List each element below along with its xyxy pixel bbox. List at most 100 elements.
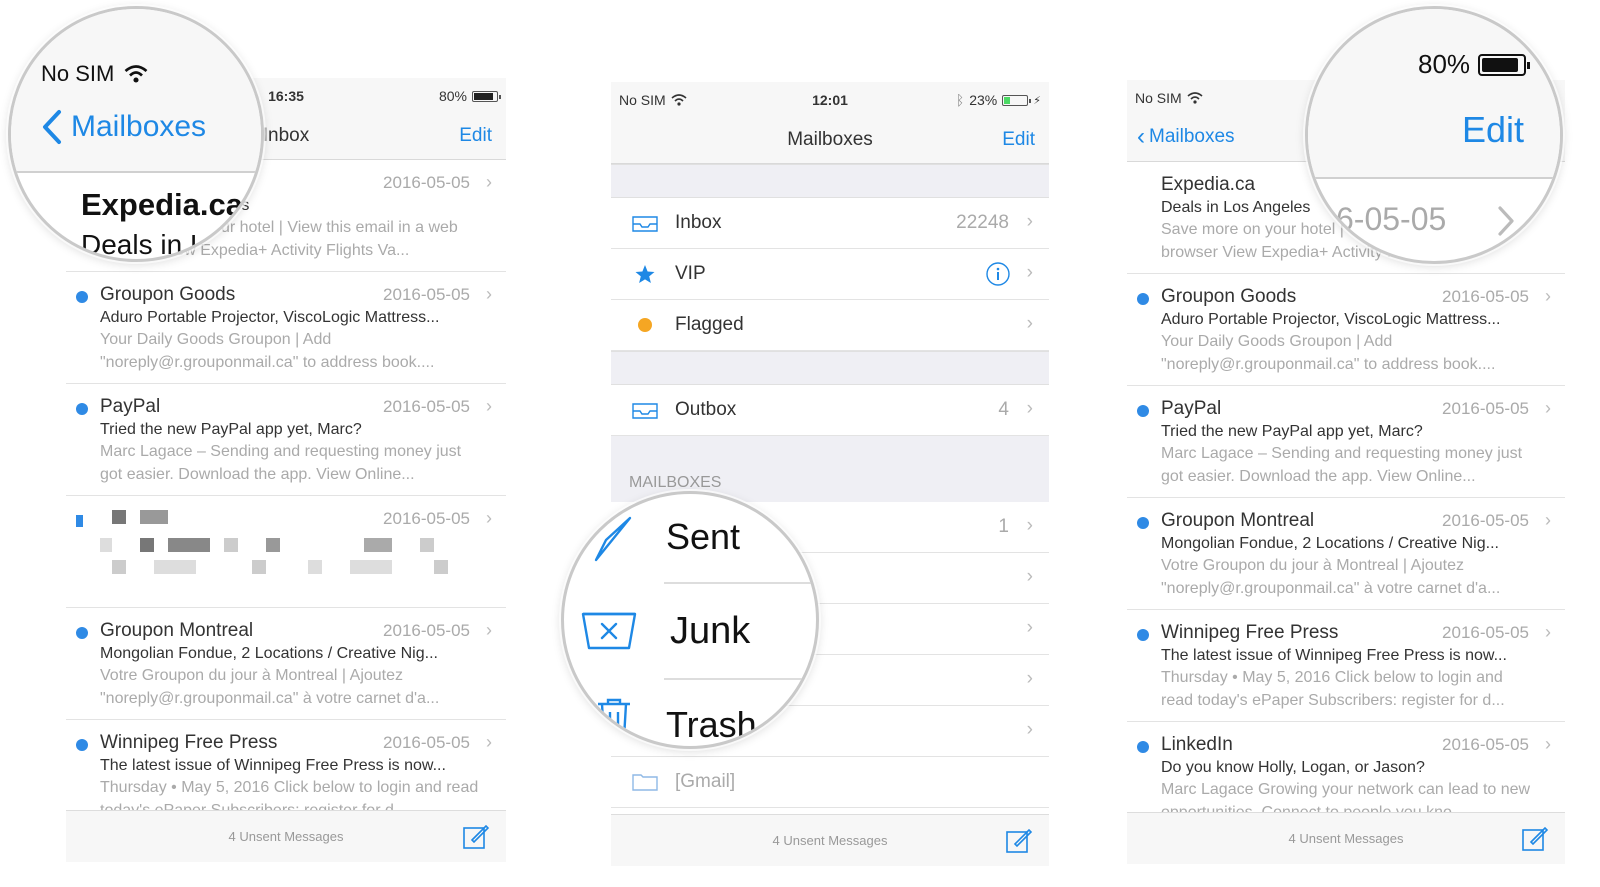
mailbox-count: 22248	[956, 212, 1009, 233]
edit-button[interactable]: Edit	[459, 125, 492, 147]
magnified-sent-label: Sent	[666, 516, 741, 557]
message-preview: Thursday • May 5, 2016 Click below to lo…	[1161, 669, 1505, 709]
junk-icon	[581, 612, 637, 650]
magnified-battery-percent: 80%	[1418, 49, 1471, 79]
chevron-right-icon: ›	[1026, 668, 1033, 689]
message-subject: Aduro Portable Projector, ViscoLogic Mat…	[1161, 311, 1501, 328]
chevron-right-icon: ›	[1026, 617, 1033, 638]
compose-icon[interactable]	[462, 822, 490, 850]
message-row-winnipeg-free-press[interactable]: Winnipeg Free Press 2016-05-05 › The lat…	[1127, 610, 1565, 722]
carrier-label: No SIM	[1135, 90, 1182, 106]
unread-dot-icon	[1137, 293, 1149, 305]
mailbox-row-outbox[interactable]: Outbox 4 ›	[611, 385, 1049, 436]
chevron-right-icon: ›	[486, 172, 492, 192]
message-row-paypal[interactable]: PayPal 2016-05-05 › Tried the new PayPal…	[66, 384, 506, 496]
chevron-right-icon: ›	[1026, 566, 1033, 587]
message-row-paypal[interactable]: PayPal 2016-05-05 › Tried the new PayPal…	[1127, 386, 1565, 498]
chevron-right-icon: ›	[1545, 734, 1551, 754]
unread-dot-icon	[76, 627, 88, 639]
sent-icon	[594, 516, 632, 562]
chevron-right-icon: ›	[486, 732, 492, 752]
chevron-right-icon: ›	[1545, 286, 1551, 306]
message-row-groupon-montreal[interactable]: Groupon Montreal 2016-05-05 › Mongolian …	[66, 608, 506, 720]
mailbox-count: 1	[998, 516, 1009, 537]
trash-icon	[598, 698, 630, 738]
mailbox-label: Flagged	[675, 314, 744, 335]
message-subject: Tried the new PayPal app yet, Marc?	[100, 421, 362, 438]
magnified-back-label: Mailboxes	[71, 110, 207, 143]
mailbox-row-flagged[interactable]: Flagged ›	[611, 300, 1049, 351]
message-preview: Your Daily Goods Groupon | Add "noreply@…	[1161, 333, 1496, 373]
unread-dot-icon	[76, 291, 88, 303]
message-subject: The latest issue of Winnipeg Free Press …	[100, 757, 446, 774]
star-icon	[635, 265, 655, 283]
compose-icon[interactable]	[1521, 824, 1549, 852]
mailbox-row-vip[interactable]: VIP ›	[611, 249, 1049, 300]
mailbox-row-gmail[interactable]: [Gmail]	[611, 757, 1049, 808]
flag-dot-icon	[638, 318, 652, 332]
bottom-toolbar: 4 Unsent Messages	[1127, 812, 1565, 864]
magnified-trash-label: Trash	[666, 704, 757, 745]
nav-bar: Mailboxes Edit	[611, 116, 1049, 164]
unread-dot-icon	[76, 403, 88, 415]
message-date: 2016-05-05	[1442, 735, 1529, 754]
battery-percent: 80%	[438, 88, 467, 104]
chevron-right-icon: ›	[486, 284, 492, 304]
magnifier-middle: Sent Junk Trash	[561, 491, 819, 749]
message-date: 2016-05-05	[383, 397, 470, 416]
chevron-right-icon: ›	[1545, 398, 1551, 418]
message-date: 2016-05-05	[383, 285, 470, 304]
unread-dot-icon	[76, 739, 88, 751]
magnified-date: 6-05-05	[1336, 201, 1447, 237]
message-row-redacted[interactable]: 2016-05-05 ›	[66, 496, 506, 608]
chevron-right-icon: ›	[1026, 398, 1033, 419]
battery-icon	[1002, 94, 1032, 106]
chevron-right-icon: ›	[486, 508, 492, 528]
chevron-right-icon: ›	[1026, 515, 1033, 536]
bluetooth-icon: ᛒ	[955, 92, 965, 108]
message-list: Expedia.ca Deals in Los Angeles Save mor…	[1127, 162, 1565, 834]
magnified-back-button[interactable]: Mailboxes	[41, 109, 206, 145]
message-preview: Marc Lagace – Sending and requesting mon…	[100, 443, 462, 483]
outbox-icon	[632, 403, 658, 419]
compose-icon[interactable]	[1005, 826, 1033, 854]
unread-dot-icon	[1137, 741, 1149, 753]
section-spacer	[611, 164, 1049, 198]
message-subject: Aduro Portable Projector, ViscoLogic Mat…	[100, 309, 440, 326]
chevron-right-icon: ›	[1026, 719, 1033, 740]
message-date: 2016-05-05	[383, 621, 470, 640]
unread-dot-icon	[1137, 517, 1149, 529]
message-row-groupon-goods[interactable]: Groupon Goods 2016-05-05 › Aduro Portabl…	[1127, 274, 1565, 386]
magnified-edit-button[interactable]: Edit	[1462, 109, 1524, 151]
mailbox-label: VIP	[675, 263, 706, 284]
unsent-status: 4 Unsent Messages	[228, 829, 344, 844]
info-icon[interactable]	[985, 261, 1011, 287]
chevron-right-icon: ›	[486, 396, 492, 416]
section-header-label: MAILBOXES	[629, 474, 722, 491]
charging-icon: ⚡	[1033, 94, 1041, 107]
message-row-groupon-goods[interactable]: Groupon Goods 2016-05-05 › Aduro Portabl…	[66, 272, 506, 384]
message-row-groupon-montreal[interactable]: Groupon Montreal 2016-05-05 › Mongolian …	[1127, 498, 1565, 610]
edit-button[interactable]: Edit	[1002, 129, 1035, 151]
chevron-right-icon: ›	[486, 620, 492, 640]
unread-dot-icon	[1137, 629, 1149, 641]
magnified-sender: Expedia.ca	[81, 187, 243, 222]
unsent-status: 4 Unsent Messages	[1288, 831, 1404, 846]
message-preview: Votre Groupon du jour à Montreal | Ajout…	[1161, 557, 1501, 597]
mailboxes-back-button[interactable]: ‹ Mailboxes	[1137, 125, 1235, 149]
chevron-right-icon	[1498, 206, 1514, 236]
message-subject: Mongolian Fondue, 2 Locations / Creative…	[100, 645, 438, 662]
mailbox-label: Inbox	[675, 212, 722, 233]
message-date: 2016-05-05	[383, 733, 470, 752]
unread-dot-icon	[76, 515, 83, 527]
battery-icon	[472, 90, 501, 102]
unread-dot-icon	[1137, 405, 1149, 417]
message-subject: Tried the new PayPal app yet, Marc?	[1161, 423, 1423, 440]
message-preview: Marc Lagace – Sending and requesting mon…	[1161, 445, 1523, 485]
chevron-right-icon: ›	[1545, 622, 1551, 642]
message-date: 2016-05-05	[1442, 511, 1529, 530]
magnified-junk-label: Junk	[670, 610, 751, 652]
mailbox-label: [Gmail]	[675, 771, 736, 792]
mailbox-row-inbox[interactable]: Inbox 22248 ›	[611, 198, 1049, 249]
chevron-right-icon: ›	[1026, 313, 1033, 334]
